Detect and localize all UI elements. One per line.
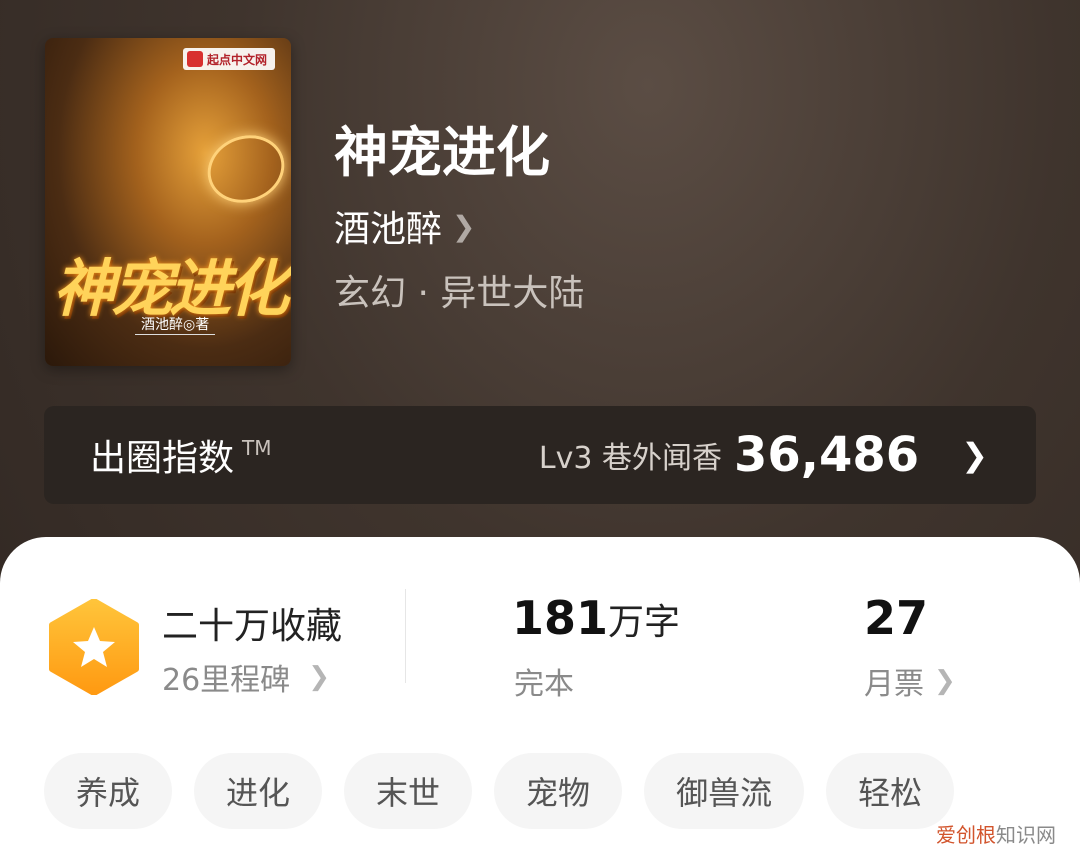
book-title: 神宠进化 xyxy=(334,120,550,184)
trademark-mark: TM xyxy=(242,436,272,460)
milestone-link[interactable]: 26里程碑 ❯ xyxy=(162,655,330,699)
publisher-badge: 起点中文网 xyxy=(182,48,275,70)
tag-chip[interactable]: 御兽流 xyxy=(644,753,805,829)
watermark-brand: 爱创根 xyxy=(936,823,996,847)
cover-art-ring xyxy=(198,124,291,214)
tag-list: 养成 进化 末世 宠物 御兽流 轻松 xyxy=(44,753,955,829)
milestone-label: 26里程碑 xyxy=(162,663,291,698)
tag-chip[interactable]: 宠物 xyxy=(494,753,623,829)
author-name: 酒池醉 xyxy=(334,209,443,250)
monthly-ticket-label: 月票 xyxy=(864,667,924,702)
monthly-ticket-number: 27 xyxy=(864,591,929,645)
book-genre: 玄幻 · 异世大陆 xyxy=(334,273,585,314)
tag-chip[interactable]: 进化 xyxy=(194,753,323,829)
banner-title: 出圈指数 xyxy=(90,438,235,479)
cover-art-author: 酒池醉◎著 xyxy=(135,314,216,335)
chevron-right-icon: ❯ xyxy=(934,666,956,696)
chevron-right-icon: ❯ xyxy=(308,662,330,692)
popularity-index-banner[interactable]: 出圈指数 TM Lv3 巷外闻香 36,486 ❯ xyxy=(44,406,1036,504)
site-watermark: 爱创根知识网 xyxy=(936,819,1056,848)
tag-chip[interactable]: 轻松 xyxy=(826,753,955,829)
tag-chip[interactable]: 养成 xyxy=(44,753,173,829)
publisher-name: 起点中文网 xyxy=(206,52,267,67)
word-count: 181万字 xyxy=(512,591,680,645)
word-count-unit: 万字 xyxy=(608,602,681,643)
tag-chip[interactable]: 末世 xyxy=(344,753,473,829)
publisher-logo-icon xyxy=(186,51,203,67)
author-link[interactable]: 酒池醉 ❯ xyxy=(334,200,475,252)
banner-score: 36,486 xyxy=(733,427,920,483)
chevron-right-icon: ❯ xyxy=(961,436,988,474)
book-stats-card: 二十万收藏 26里程碑 ❯ 181万字 完本 27 月票 ❯ 养成 进化 末世 … xyxy=(0,537,1080,854)
book-cover[interactable]: 起点中文网 神宠进化 酒池醉◎著 xyxy=(45,38,291,366)
chevron-right-icon: ❯ xyxy=(452,209,476,243)
monthly-ticket-link[interactable]: 月票 ❯ xyxy=(864,659,956,703)
completion-status: 完本 xyxy=(514,667,574,702)
watermark-suffix: 知识网 xyxy=(996,823,1056,847)
word-count-number: 181 xyxy=(512,591,609,645)
collection-count: 二十万收藏 xyxy=(162,606,343,647)
monthly-ticket-count: 27 xyxy=(864,591,928,645)
star-badge-icon xyxy=(49,599,139,695)
banner-level: Lv3 巷外闻香 xyxy=(538,441,722,476)
stats-divider xyxy=(405,589,406,683)
